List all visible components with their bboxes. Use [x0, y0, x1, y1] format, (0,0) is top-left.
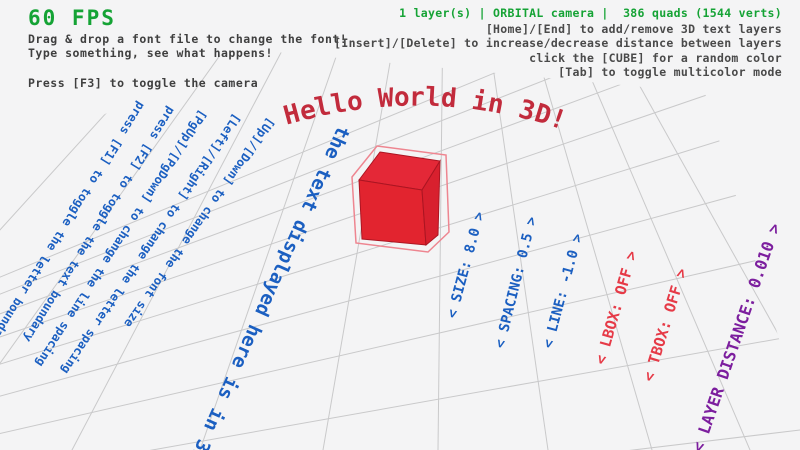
hint-type-something: Type something, see what happens! [28, 46, 273, 60]
hint-multicolor-mode: [Tab] to toggle multicolor mode [558, 65, 782, 79]
hint-drag-drop: Drag & drop a font file to change the fo… [28, 32, 347, 46]
fps-counter: 60 FPS [28, 6, 116, 30]
hello-world-text: Hello World in 3D! [284, 100, 566, 130]
hint-cube-random-color: click the [CUBE] for a random color [529, 51, 782, 65]
app-window: the text displayed here is in 3D! press … [0, 0, 800, 450]
hint-add-remove-layers: [Home]/[End] to add/remove 3D text layer… [486, 22, 782, 36]
cube-front-face[interactable] [359, 180, 426, 245]
status-line: 1 layer(s) | ORBITAL camera | 386 quads … [399, 6, 782, 20]
cube[interactable] [352, 146, 449, 252]
hint-layer-distance: [Insert]/[Delete] to increase/decrease d… [334, 36, 782, 50]
hint-toggle-camera: Press [F3] to toggle the camera [28, 76, 258, 90]
